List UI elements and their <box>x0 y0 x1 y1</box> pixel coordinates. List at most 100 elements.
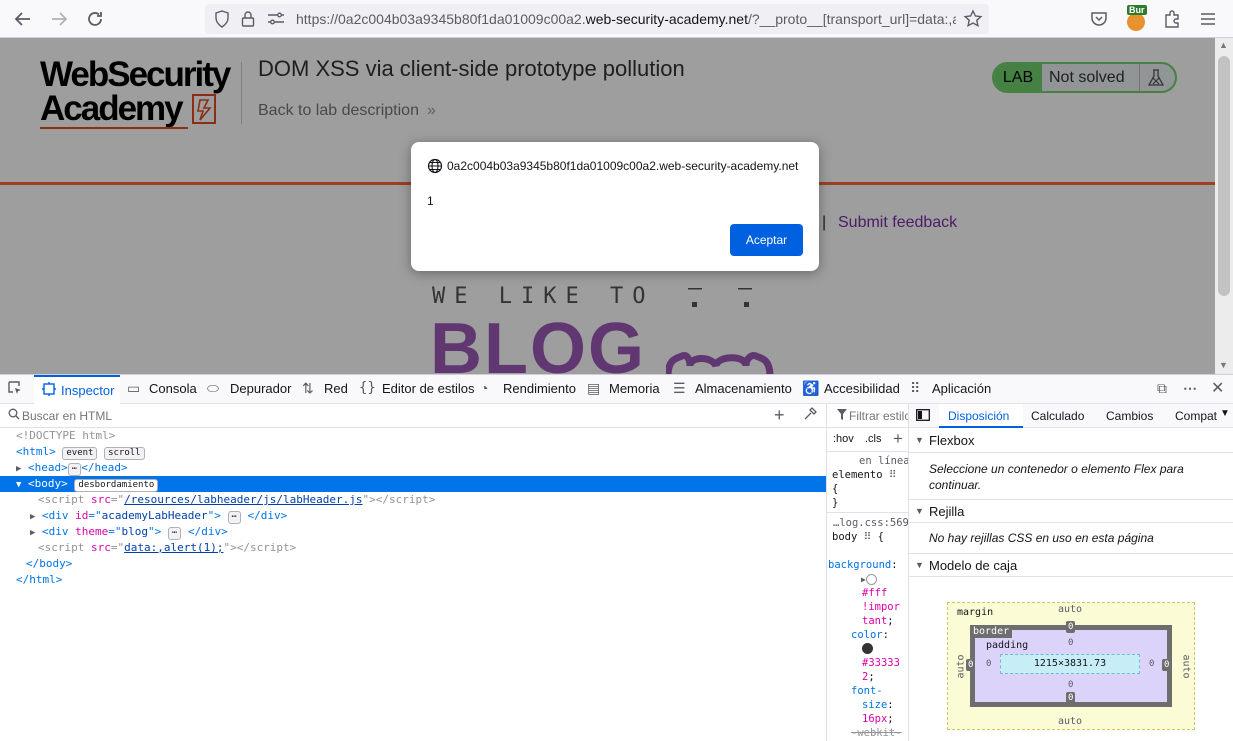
event-badge[interactable]: event <box>62 447 98 460</box>
padding-left-value[interactable]: 0 <box>986 659 991 669</box>
tab-accessibility[interactable]: Accesibilidad <box>824 381 900 396</box>
val-color-2[interactable]: 2; <box>862 670 875 684</box>
url-bar[interactable]: https://0a2c004b03a9345b80f1da01009c00a2… <box>205 4 989 34</box>
url-text[interactable]: https://0a2c004b03a9345b80f1da01009c00a2… <box>296 11 956 27</box>
forward-arrow-icon[interactable] <box>47 7 71 31</box>
hamburger-menu-icon[interactable] <box>1198 9 1218 32</box>
color-swatch-dark[interactable] <box>862 643 873 654</box>
scroll-down-icon[interactable]: ▼ <box>1219 360 1228 370</box>
margin-right-value[interactable]: auto <box>1181 654 1192 678</box>
content-size[interactable]: 1215×3831.73 <box>1000 654 1140 674</box>
head-node[interactable]: ▶ <head> ⋯ </head> <box>16 460 128 476</box>
permissions-icon[interactable] <box>267 12 285 29</box>
tab-debugger[interactable]: Depurador <box>230 381 291 396</box>
cls-toggle[interactable]: .cls <box>865 433 882 445</box>
div-academylabheader-node[interactable]: ▶ <div id="academyLabHeader"> ⋯ </div> <box>30 508 287 524</box>
prop-color[interactable]: color: <box>851 628 889 642</box>
element-rule[interactable]: elemento ⠿ <box>832 468 897 482</box>
page-scrollbar[interactable]: ▲ ▼ <box>1215 38 1233 375</box>
border-right-value[interactable]: 0 <box>1162 659 1172 671</box>
script-payload-node[interactable]: <script src="data:,alert(1);"></script> <box>38 540 296 556</box>
accept-button[interactable]: Aceptar <box>730 224 803 256</box>
html-close-node[interactable]: </html> <box>16 572 62 588</box>
tab-performance[interactable]: Rendimiento <box>503 381 576 396</box>
dock-side-icon[interactable]: ⧉ <box>1157 380 1167 397</box>
close-devtools-icon[interactable]: ✕ <box>1211 378 1224 398</box>
eyedropper-icon[interactable] <box>803 407 817 424</box>
lock-icon[interactable] <box>241 10 255 31</box>
collapsed-badge[interactable]: ⋯ <box>167 527 182 540</box>
overflow-badge[interactable]: desbordamiento <box>74 479 159 492</box>
expand-triangle-icon[interactable]: ▶ <box>30 512 35 522</box>
tab-network[interactable]: Red <box>324 381 348 396</box>
reload-icon[interactable] <box>83 7 107 31</box>
tab-computed[interactable]: Calculado <box>1031 409 1084 423</box>
flexbox-section-header[interactable]: ▼ Flexbox <box>909 429 1233 453</box>
expand-triangle-icon[interactable]: ▶ <box>16 464 21 474</box>
expand-triangle-icon[interactable]: ▶ <box>30 528 35 538</box>
tab-console[interactable]: Consola <box>149 381 197 396</box>
margin-left-value[interactable]: auto <box>956 654 967 678</box>
border-left-value[interactable]: 0 <box>966 659 976 671</box>
prop-webkit[interactable]: -webkit- <box>851 726 902 740</box>
padding-top-value[interactable]: 0 <box>1068 638 1073 648</box>
pocket-icon[interactable] <box>1089 9 1109 32</box>
tabs-overflow-icon[interactable]: ▼ <box>1220 408 1230 419</box>
collapsed-badge[interactable]: ⋯ <box>227 511 241 524</box>
extensions-puzzle-icon[interactable] <box>1162 9 1182 32</box>
prop-font-2[interactable]: size: <box>862 698 894 712</box>
padding-bottom-value[interactable]: 0 <box>1068 680 1073 690</box>
html-node[interactable]: <html> event scroll <box>16 444 145 460</box>
stylesheet-source-link[interactable]: …log.css:569 <box>833 516 908 530</box>
filter-styles-input[interactable] <box>849 408 908 424</box>
collapse-triangle-icon[interactable]: ▼ <box>915 560 924 570</box>
collapse-triangle-icon[interactable]: ▼ <box>16 480 21 490</box>
prop-font[interactable]: font- <box>851 684 883 698</box>
val-bg[interactable]: #fff <box>862 586 887 600</box>
body-node-selected[interactable]: ▼ <body> desbordamiento <box>0 476 826 492</box>
grid-section-header[interactable]: ▼ Rejilla <box>909 499 1233 523</box>
body-close-node[interactable]: </body> <box>26 556 72 572</box>
hov-toggle[interactable]: :hov <box>833 433 854 445</box>
tab-compat[interactable]: Compat <box>1175 409 1217 423</box>
add-rule-icon[interactable]: + <box>893 429 903 449</box>
scrollbar-thumb[interactable] <box>1218 56 1230 296</box>
tab-storage[interactable]: Almacenamiento <box>695 381 792 396</box>
extension-avatar-icon[interactable]: Bur <box>1124 5 1148 33</box>
collapse-triangle-icon[interactable]: ▼ <box>915 506 924 516</box>
border-top-value[interactable]: 0 <box>1066 621 1076 633</box>
tab-style-editor[interactable]: Editor de estilos <box>382 381 475 396</box>
padding-right-value[interactable]: 0 <box>1149 659 1154 669</box>
val-color[interactable]: #33333 <box>862 656 900 670</box>
tab-memory[interactable]: Memoria <box>609 381 660 396</box>
tab-inspector[interactable]: Inspector <box>34 375 120 404</box>
more-options-icon[interactable]: ⋯ <box>1183 380 1197 397</box>
doctype-node[interactable]: <!DOCTYPE html> <box>16 428 115 444</box>
tab-changes[interactable]: Cambios <box>1106 409 1153 423</box>
pick-element-icon[interactable] <box>7 380 23 399</box>
val-important-2[interactable]: tant; <box>862 614 894 628</box>
scroll-badge[interactable]: scroll <box>104 447 145 460</box>
margin-bottom-value[interactable]: auto <box>1058 716 1082 727</box>
back-arrow-icon[interactable] <box>11 7 35 31</box>
script-labheader-node[interactable]: <script src="/resources/labheader/js/lab… <box>38 492 435 508</box>
tab-layout[interactable]: Disposición <box>939 404 1023 428</box>
val-important[interactable]: !impor <box>862 600 900 614</box>
collapse-triangle-icon[interactable]: ▼ <box>915 435 924 445</box>
shield-icon[interactable] <box>214 10 230 31</box>
bookmark-star-icon[interactable] <box>963 9 983 32</box>
search-html-input[interactable] <box>22 407 722 425</box>
bg-swatch[interactable]: ▶ <box>861 572 877 587</box>
add-node-icon[interactable]: + <box>774 405 785 426</box>
prop-background[interactable]: background: <box>828 558 898 572</box>
div-theme-blog-node[interactable]: ▶ <div theme="blog"> ⋯ </div> <box>30 524 228 540</box>
color-swatch-white[interactable] <box>865 573 877 585</box>
border-bottom-value[interactable]: 0 <box>1066 692 1076 704</box>
margin-top-value[interactable]: auto <box>1058 604 1082 615</box>
toggle-sidebar-icon[interactable] <box>916 409 930 424</box>
body-selector[interactable]: body ⠿ { <box>832 530 884 544</box>
box-model-section-header[interactable]: ▼ Modelo de caja <box>909 553 1233 577</box>
scroll-up-icon[interactable]: ▲ <box>1219 40 1228 50</box>
val-font[interactable]: 16px; <box>862 712 894 726</box>
tab-application[interactable]: Aplicación <box>932 381 991 396</box>
